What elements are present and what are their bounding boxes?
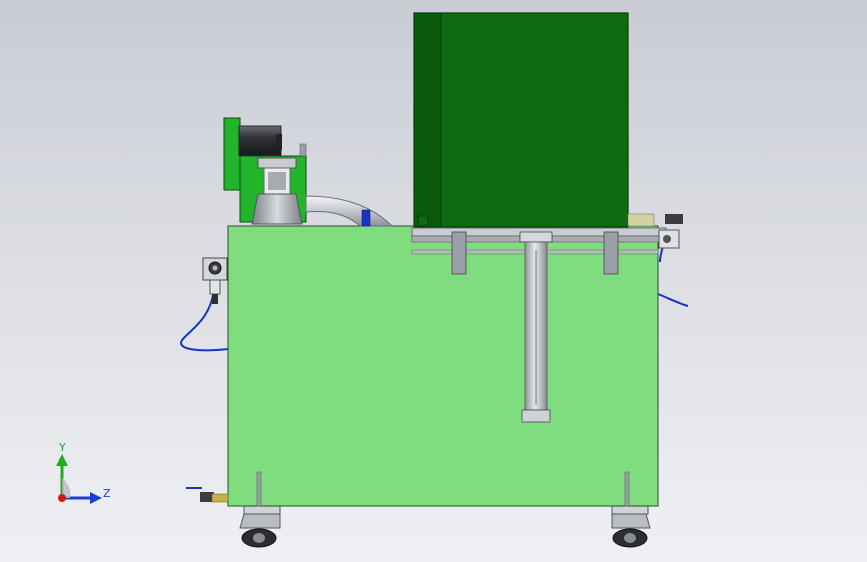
main-cabinet [227,225,659,507]
cad-viewport[interactable]: Y Z [0,0,867,562]
caster-left [239,505,281,548]
air-filter-regulator [202,257,228,304]
y-axis-label: Y [59,441,66,454]
z-axis-arrow [90,492,102,504]
origin-dot [58,494,66,502]
motor-assembly [223,117,307,225]
z-axis-label: Z [103,487,111,500]
y-axis-arrow [56,454,68,466]
green-enclosure [413,12,655,228]
pneumatic-cylinder [519,231,553,423]
machine-drawing [56,12,689,548]
pressure-switch [658,214,683,249]
caster-right [611,505,651,548]
axis-triad [56,454,102,504]
drain-valve [200,492,229,503]
suction-pipe [305,195,394,227]
